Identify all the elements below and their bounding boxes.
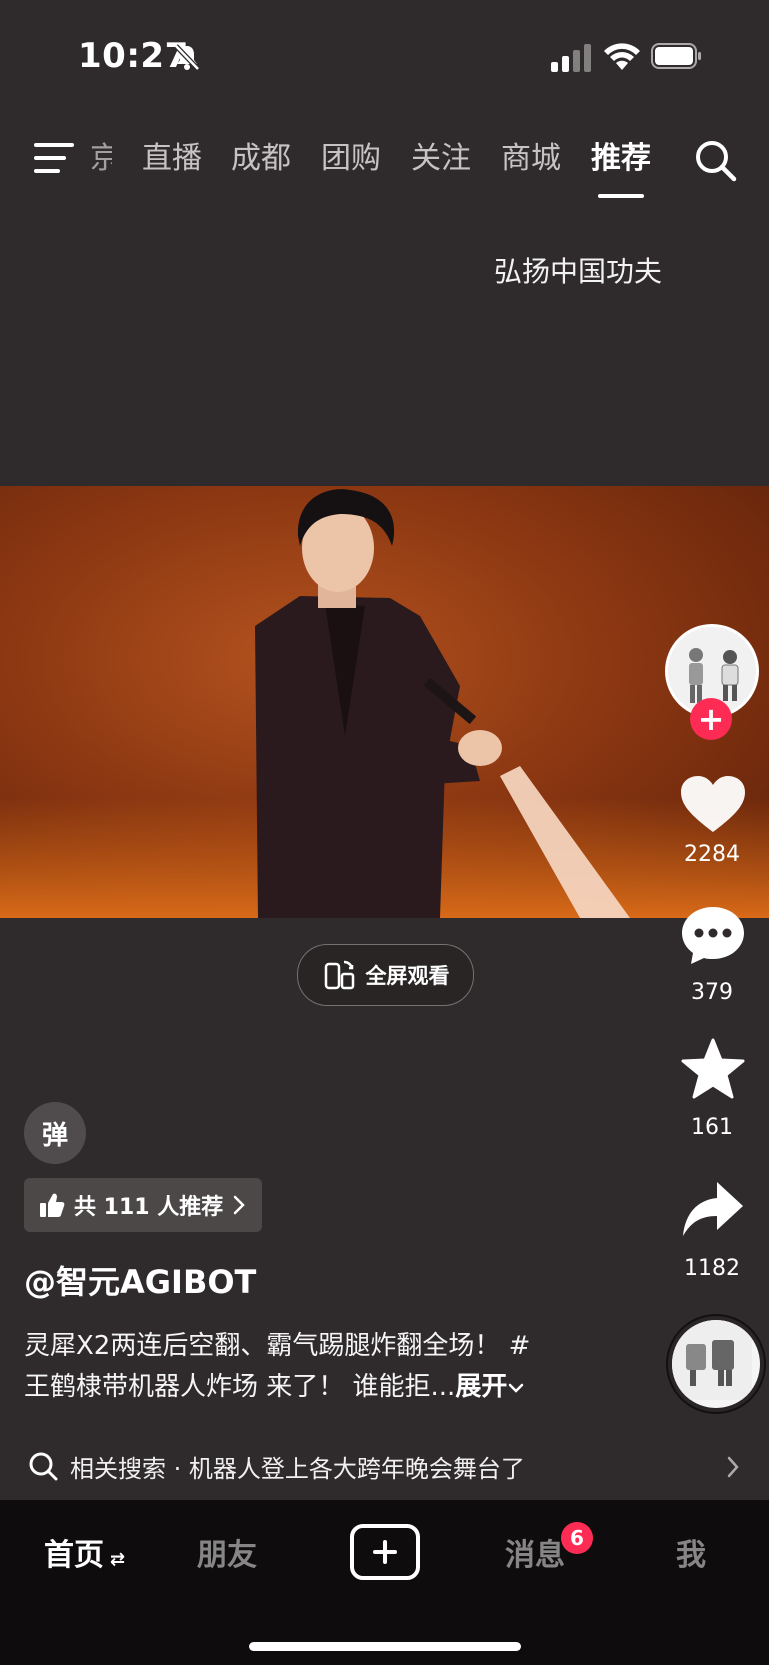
fullscreen-button[interactable]: 全屏观看 bbox=[297, 944, 474, 1006]
chevron-right-icon bbox=[727, 1456, 739, 1478]
tab-following[interactable]: 关注 bbox=[411, 136, 471, 182]
expand-button[interactable]: 展开 bbox=[455, 1372, 507, 1402]
description-line-2: 王鹤棣带机器人炸场 来了！ 谁能拒...展开 bbox=[24, 1367, 624, 1408]
share-arrow-icon[interactable] bbox=[679, 1178, 747, 1242]
share-count: 1182 bbox=[684, 1256, 740, 1281]
tab-home[interactable]: 首页 ⇄ bbox=[44, 1530, 125, 1574]
video-top-caption: 弘扬中国功夫 bbox=[494, 255, 663, 288]
comment-count: 379 bbox=[691, 980, 733, 1005]
video-description: 灵犀X2两连后空翻、霸气踢腿炸翻全场！ # 王鹤棣带机器人炸场 来了！ 谁能拒.… bbox=[24, 1326, 624, 1408]
related-search-bar[interactable]: 相关搜索 · 机器人登上各大跨年晚会舞台了 bbox=[0, 1434, 769, 1498]
thumbs-up-icon bbox=[40, 1193, 65, 1217]
battery-icon bbox=[651, 43, 701, 69]
tab-chengdu[interactable]: 成都 bbox=[231, 136, 291, 182]
rotate-fullscreen-icon bbox=[324, 960, 354, 990]
tab-mall[interactable]: 商城 bbox=[501, 136, 561, 182]
like-count: 2284 bbox=[684, 842, 740, 867]
search-icon[interactable] bbox=[693, 138, 737, 182]
video-frame[interactable] bbox=[0, 486, 769, 918]
chevron-down-icon bbox=[509, 1383, 524, 1393]
create-post-button[interactable] bbox=[350, 1524, 420, 1580]
tab-group-buy[interactable]: 团购 bbox=[321, 136, 381, 182]
danmu-toggle-button[interactable]: 弹 bbox=[24, 1102, 86, 1164]
fullscreen-label: 全屏观看 bbox=[365, 964, 450, 988]
recommend-label: 共 111 人推荐 bbox=[74, 1195, 224, 1220]
menu-icon[interactable] bbox=[34, 141, 74, 175]
music-disc-cover bbox=[672, 1320, 752, 1400]
tab-me[interactable]: 我 bbox=[676, 1530, 706, 1574]
wifi-icon bbox=[604, 43, 640, 70]
cellular-signal-icon bbox=[551, 44, 591, 72]
tab-recommended[interactable]: 推荐 bbox=[591, 136, 651, 182]
tab-home-label: 首页 bbox=[44, 1538, 104, 1573]
bell-muted-icon bbox=[174, 44, 200, 71]
favorite-count: 161 bbox=[691, 1115, 733, 1140]
tab-friends[interactable]: 朋友 bbox=[197, 1530, 257, 1574]
music-disc[interactable] bbox=[668, 1316, 764, 1412]
home-indicator[interactable] bbox=[249, 1642, 521, 1651]
tab-live[interactable]: 直播 bbox=[142, 136, 202, 182]
heart-icon[interactable] bbox=[679, 774, 747, 838]
recommend-pill[interactable]: 共 111 人推荐 bbox=[24, 1178, 262, 1232]
related-search-label: 相关搜索 · 机器人登上各大跨年晚会舞台了 bbox=[70, 1454, 525, 1483]
follow-plus-button[interactable]: + bbox=[690, 698, 732, 740]
chevron-right-icon bbox=[234, 1195, 246, 1215]
plus-icon bbox=[373, 1540, 397, 1564]
comment-icon[interactable] bbox=[679, 903, 747, 967]
messages-badge: 6 bbox=[561, 1522, 593, 1554]
active-tab-indicator bbox=[598, 194, 644, 198]
description-text: 王鹤棣带机器人炸场 来了！ 谁能拒... bbox=[24, 1372, 456, 1402]
refresh-arrows-icon: ⇄ bbox=[110, 1549, 126, 1570]
star-favorite-icon[interactable] bbox=[679, 1038, 747, 1102]
description-line-1: 灵犀X2两连后空翻、霸气踢腿炸翻全场！ # bbox=[24, 1331, 531, 1361]
tab-messages[interactable]: 消息 bbox=[505, 1530, 565, 1574]
author-name[interactable]: @智元AGIBOT bbox=[24, 1257, 256, 1303]
tab-partial[interactable]: 京 bbox=[90, 136, 112, 182]
video-subject-figure bbox=[255, 489, 630, 918]
search-icon bbox=[29, 1452, 58, 1481]
